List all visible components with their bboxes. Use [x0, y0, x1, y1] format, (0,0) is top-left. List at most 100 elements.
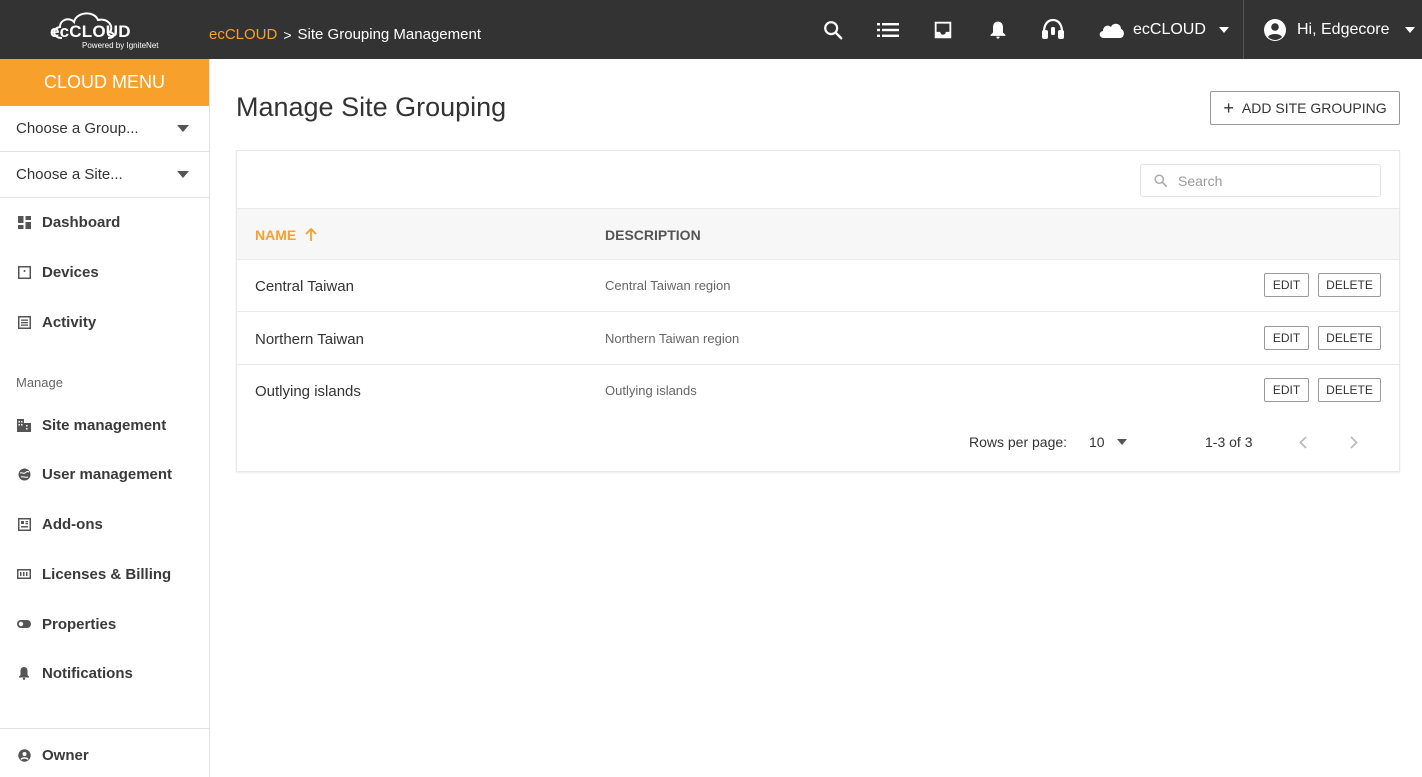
add-site-grouping-button[interactable]: + ADD SITE GROUPING — [1210, 91, 1400, 125]
breadcrumb-current: Site Grouping Management — [297, 26, 481, 43]
search-box[interactable] — [1140, 164, 1381, 197]
chevron-left-icon — [1299, 435, 1307, 449]
sidebar-item-activity[interactable]: Activity — [0, 302, 209, 342]
search-icon — [1154, 174, 1167, 187]
table-row: Central Taiwan Central Taiwan region EDI… — [237, 260, 1399, 312]
cloud-icon — [1099, 23, 1124, 38]
sidebar-item-label: Dashboard — [42, 213, 121, 231]
site-chooser-label: Choose a Site... — [16, 166, 123, 183]
bell-icon — [16, 665, 32, 681]
inbox-icon[interactable] — [930, 17, 956, 43]
top-bar: ecCLOUD Powered by IgniteNet ecCLOUD > S… — [0, 0, 1422, 59]
sidebar-item-label: Add-ons — [42, 515, 103, 533]
chevron-right-icon — [1350, 435, 1358, 449]
column-header-description[interactable]: DESCRIPTION — [605, 227, 701, 243]
sidebar-item-label: Devices — [42, 263, 99, 281]
delete-button[interactable]: DELETE — [1318, 326, 1381, 350]
bell-icon[interactable] — [985, 17, 1011, 43]
activity-icon — [16, 314, 32, 330]
user-menu[interactable]: Hi, Edgecore — [1263, 17, 1416, 43]
ecloud-logo[interactable]: ecCLOUD Powered by IgniteNet — [48, 10, 159, 52]
arrow-up-icon — [305, 228, 317, 241]
delete-button[interactable]: DELETE — [1318, 273, 1381, 297]
column-header-name-label: NAME — [255, 227, 297, 243]
organization-selector[interactable]: ecCLOUD — [1097, 17, 1230, 43]
cell-name: Central Taiwan — [255, 278, 354, 295]
previous-page-button[interactable] — [1292, 431, 1314, 453]
site-grouping-table-card: NAME DESCRIPTION Central Taiwan Central … — [236, 150, 1400, 472]
edit-button[interactable]: EDIT — [1264, 326, 1309, 350]
sidebar-item-label: Owner — [42, 746, 89, 764]
sidebar-item-label: Notifications — [42, 664, 133, 682]
add-site-grouping-label: ADD SITE GROUPING — [1241, 100, 1387, 116]
plus-icon: + — [1223, 98, 1234, 118]
sidebar-item-add-ons[interactable]: Add-ons — [0, 504, 209, 544]
sidebar-item-devices[interactable]: Devices — [0, 252, 209, 292]
column-header-name[interactable]: NAME — [255, 227, 318, 243]
chevron-down-icon — [1404, 27, 1415, 33]
sidebar-divider — [0, 728, 209, 729]
addons-icon — [16, 516, 32, 532]
cloud-menu-header: CLOUD MENU — [0, 59, 209, 106]
cell-name: Outlying islands — [255, 383, 361, 400]
search-input[interactable] — [1178, 172, 1368, 189]
cell-description: Northern Taiwan region — [605, 331, 740, 346]
group-chooser[interactable]: Choose a Group... — [0, 106, 209, 152]
device-icon — [16, 264, 32, 280]
edit-button[interactable]: EDIT — [1264, 378, 1309, 402]
sidebar-item-label: User management — [42, 465, 173, 483]
sidebar-item-label: Site management — [42, 416, 167, 434]
search-icon[interactable] — [820, 17, 846, 43]
sidebar-item-label: Activity — [42, 313, 97, 331]
next-page-button[interactable] — [1343, 431, 1365, 453]
cell-description: Outlying islands — [605, 383, 697, 398]
chevron-down-icon — [177, 125, 189, 132]
table-row: Northern Taiwan Northern Taiwan region E… — [237, 313, 1399, 365]
page-title: Manage Site Grouping — [236, 92, 507, 122]
sidebar-item-dashboard[interactable]: Dashboard — [0, 202, 209, 242]
table-header: NAME DESCRIPTION — [237, 208, 1399, 260]
sidebar-item-site-management[interactable]: Site management — [0, 405, 209, 445]
organization-label: ecCLOUD — [1133, 21, 1206, 38]
headset-icon[interactable] — [1040, 17, 1066, 43]
sidebar-item-licenses-billing[interactable]: Licenses & Billing — [0, 554, 209, 594]
chevron-down-icon — [177, 171, 189, 178]
rows-per-page-select[interactable]: 10 — [1089, 434, 1127, 450]
delete-button[interactable]: DELETE — [1318, 378, 1381, 402]
group-chooser-label: Choose a Group... — [16, 120, 139, 137]
chevron-down-icon — [1218, 27, 1229, 33]
chevron-down-icon — [1116, 439, 1127, 445]
toggle-icon — [16, 616, 32, 632]
globe-icon — [16, 466, 32, 482]
pagination-range: 1-3 of 3 — [1205, 434, 1253, 450]
logo-powered-by: Powered by IgniteNet — [82, 41, 159, 50]
sidebar-item-user-management[interactable]: User management — [0, 454, 209, 494]
list-icon[interactable] — [875, 17, 901, 43]
license-icon — [16, 566, 32, 582]
sidebar-item-owner[interactable]: Owner — [0, 735, 209, 775]
account-circle-icon — [1264, 19, 1286, 41]
table-pagination: Rows per page: 10 1-3 of 3 — [237, 421, 1399, 463]
cell-name: Northern Taiwan — [255, 331, 364, 348]
logo-text: ecCLOUD — [50, 22, 131, 41]
user-greeting: Hi, Edgecore — [1297, 21, 1390, 38]
rows-per-page-value: 10 — [1089, 434, 1105, 450]
sidebar-item-label: Licenses & Billing — [42, 565, 172, 583]
rows-per-page-label: Rows per page: — [969, 434, 1068, 450]
account-circle-icon — [16, 747, 32, 763]
edit-button[interactable]: EDIT — [1264, 273, 1309, 297]
sidebar-item-properties[interactable]: Properties — [0, 604, 209, 644]
sidebar-item-notifications[interactable]: Notifications — [0, 653, 209, 693]
table-row: Outlying islands Outlying islands EDIT D… — [237, 365, 1399, 417]
site-chooser[interactable]: Choose a Site... — [0, 152, 209, 198]
sidebar: CLOUD MENU Choose a Group... Choose a Si… — [0, 59, 210, 777]
cell-description: Central Taiwan region — [605, 278, 731, 293]
manage-section-label: Manage — [16, 375, 63, 390]
breadcrumb-root-link[interactable]: ecCLOUD — [209, 26, 277, 43]
topbar-divider — [1243, 0, 1244, 59]
sidebar-item-label: Properties — [42, 615, 117, 633]
breadcrumb-separator: > — [283, 26, 292, 43]
dashboard-icon — [16, 214, 32, 230]
building-icon — [16, 417, 32, 433]
breadcrumb: ecCLOUD > Site Grouping Management — [209, 26, 481, 43]
